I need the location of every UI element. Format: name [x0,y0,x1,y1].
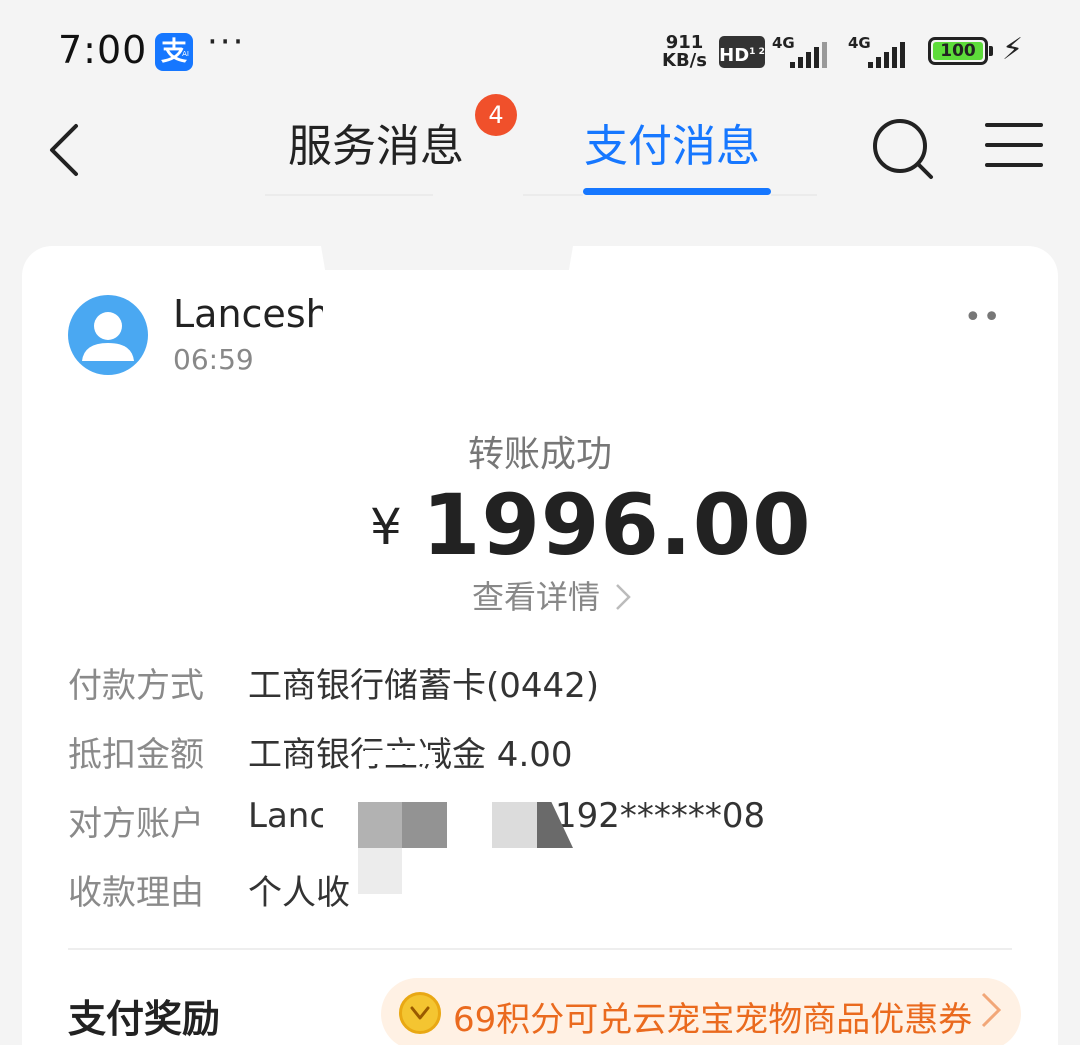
tab-divider-right [771,194,817,196]
menu-button[interactable] [984,120,1044,170]
battery-icon: 100 [928,37,988,65]
hd-voice-icon: HD1 2 [719,36,765,68]
card-more-button[interactable]: •• [964,300,1001,335]
tab-divider-left [265,194,433,196]
active-tab-indicator [583,188,771,195]
transfer-status: 转账成功 [467,434,612,475]
tab-divider-mid [523,194,583,196]
signal-1-icon: 4G [772,34,836,68]
network-speed: 911 KB/s [662,34,707,70]
payment-reward-title: 支付奖励 [68,997,221,1041]
counterparty-label: 对方账户 [68,804,204,844]
hd-label: HD [719,45,750,66]
network-speed-unit: KB/s [662,50,707,71]
reason-label: 收款理由 [68,873,204,913]
back-chevron-icon [50,124,78,176]
currency-symbol: ¥ [370,498,402,556]
status-time: 7:00 [58,28,148,72]
hamburger-menu-icon [985,123,1043,167]
chevron-right-icon [616,584,631,610]
alipay-message-screen: 7:00 支 AI ··· 911 KB/s HD1 2 4G 4G 100 ⚡… [0,0,1080,1045]
view-details-label: 查看详情 [472,578,601,616]
tab-service-messages[interactable]: 服务消息 [288,110,464,174]
alipay-ai-label: AI [182,50,189,58]
reward-offer-text: 69积分可兑云宠宝宠物商品优惠券 [453,1000,973,1040]
battery-level: 100 [933,42,983,60]
charging-bolt-icon: ⚡ [1002,32,1024,67]
avatar[interactable] [68,295,148,375]
nav-bar: 服务消息 支付消息 [0,100,1080,210]
status-bar: 7:00 支 AI ··· 911 KB/s HD1 2 4G 4G 100 ⚡ [0,0,1080,100]
reason-value: 个人收 [248,873,350,913]
notification-more-icon: ··· [207,22,246,62]
back-button[interactable] [40,120,90,180]
tab-payment-messages[interactable]: 支付消息 [584,110,760,174]
default-user-icon [82,312,134,361]
card-notch [320,240,574,270]
counterparty-suffix: 192******08 [555,796,766,836]
message-time: 06:59 [173,343,254,376]
alipay-app-icon: 支 AI [155,33,193,71]
hd-sub: 1 2 [749,47,765,57]
points-coin-icon [399,992,441,1034]
sender-name: Lancesh [173,292,323,336]
battery-tip [989,46,993,56]
chevron-right-icon [981,992,1002,1028]
amount-value: 1996.00 [422,476,812,574]
payment-method-value: 工商银行储蓄卡(0442) [248,666,600,706]
unread-count-badge: 4 [475,94,517,136]
payment-method-label: 付款方式 [68,666,204,706]
section-divider [68,948,1012,950]
counterparty-prefix: Lanc [248,796,329,836]
search-button[interactable] [870,116,934,180]
reward-offer-button[interactable]: 69积分可兑云宠宝宠物商品优惠券 [381,978,1021,1045]
signal-2-icon: 4G [848,34,918,68]
deduction-label: 抵扣金额 [68,735,204,775]
view-details-link[interactable]: 查看详情 [472,572,632,618]
search-icon [873,119,933,179]
